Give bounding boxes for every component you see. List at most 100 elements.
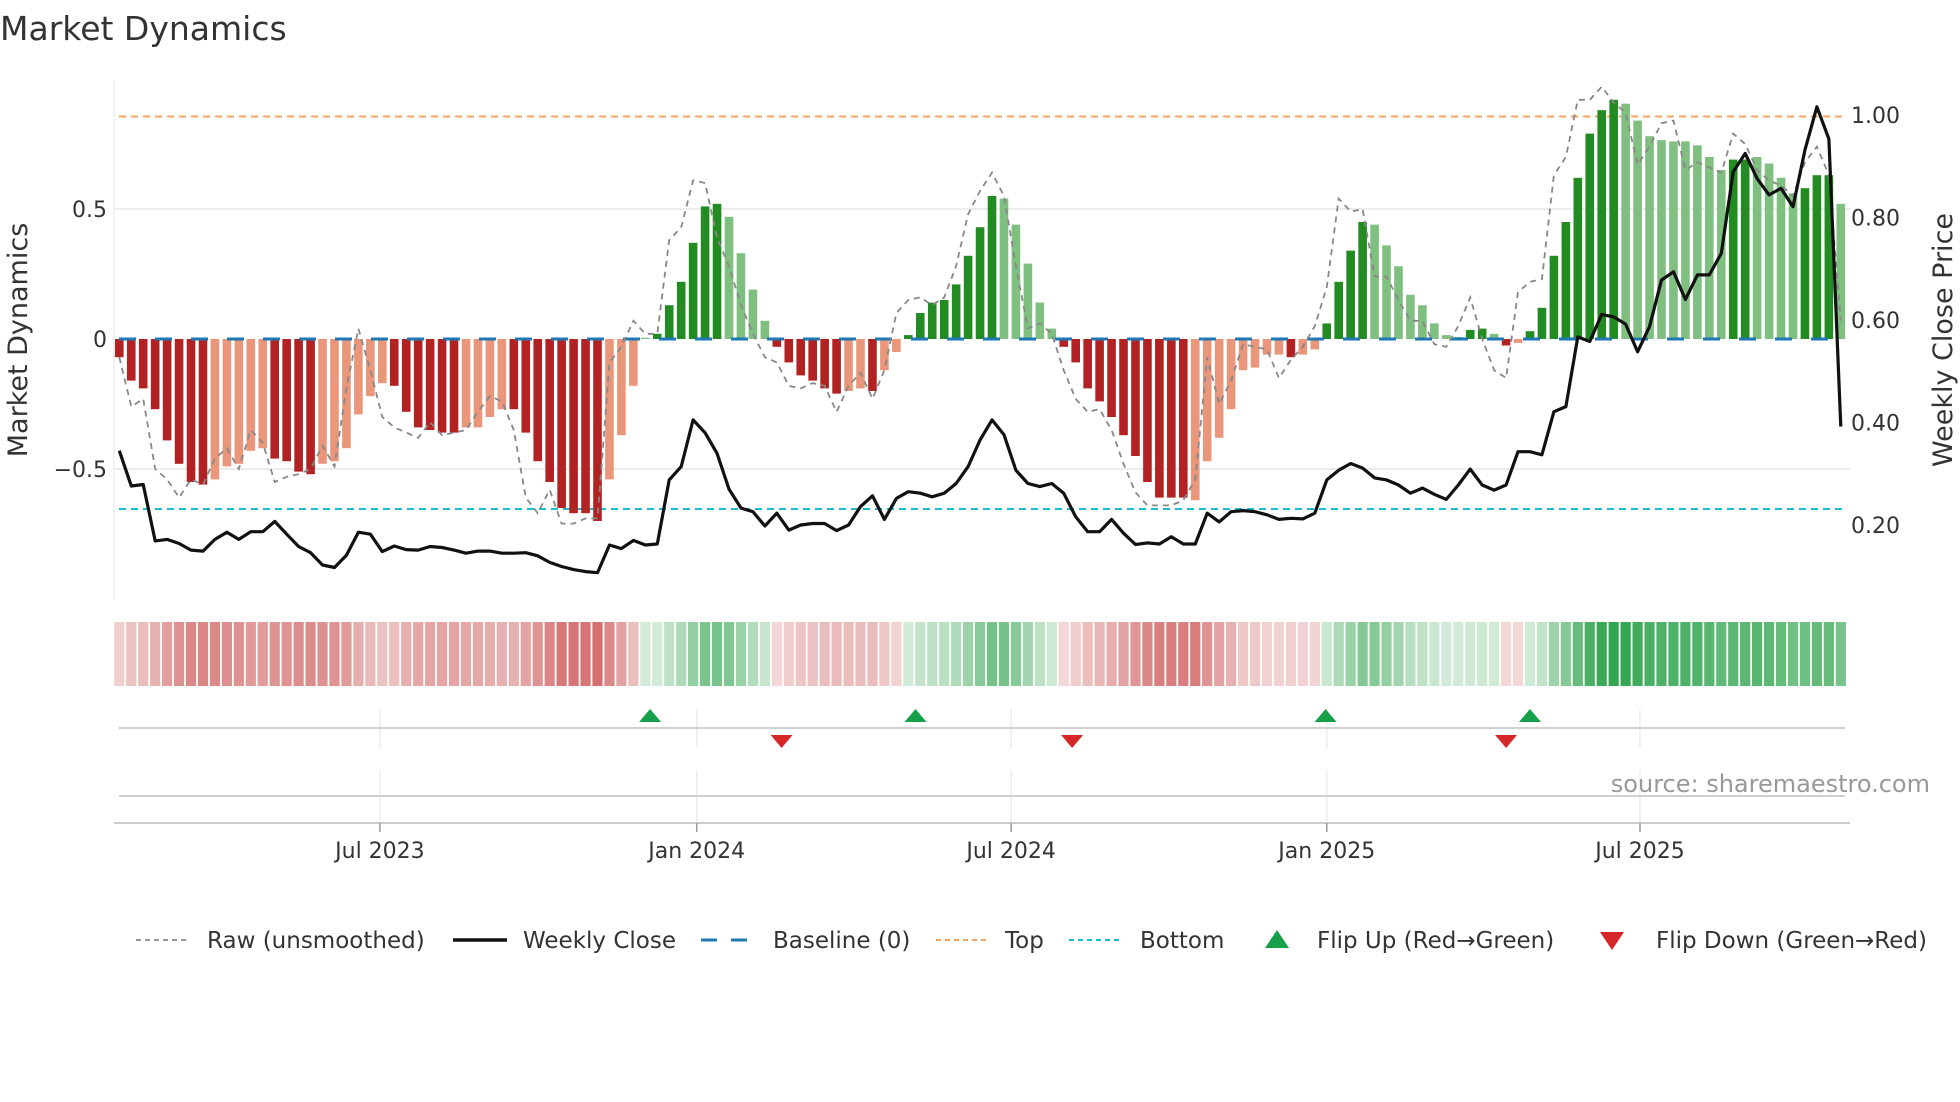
flip-up-marker xyxy=(904,709,927,722)
heat-strip-cell xyxy=(1022,622,1033,686)
heat-strip-cell xyxy=(628,622,639,686)
heat-strip-cell xyxy=(1668,622,1679,686)
heat-strip-cell xyxy=(1405,622,1416,686)
heat-strip-cell xyxy=(114,622,125,686)
dynamics-bar xyxy=(210,339,220,480)
heat-strip-cell xyxy=(377,622,388,686)
heat-strip-cell xyxy=(1010,622,1022,686)
dynamics-bar xyxy=(1226,339,1236,410)
dynamics-bar xyxy=(294,339,303,472)
heat-strip-cell xyxy=(879,622,890,686)
left-y-axis-label: Market Dynamics xyxy=(3,223,34,458)
dynamics-bar xyxy=(748,289,758,339)
heat-strip-cell xyxy=(998,622,1010,686)
heat-strip-cell xyxy=(1692,622,1703,686)
dynamics-bar xyxy=(115,339,124,358)
legend-item-bottom: Bottom xyxy=(1069,928,1224,954)
flip-up-icon xyxy=(1265,930,1289,948)
dynamics-bar xyxy=(282,339,291,462)
right-y-tick-label: 0.40 xyxy=(1851,412,1900,437)
dynamics-bar xyxy=(138,339,148,389)
dynamics-bar xyxy=(1155,339,1164,498)
heat-strip-cell xyxy=(1620,622,1631,686)
right-y-axis-label: Weekly Close Price xyxy=(1928,213,1959,467)
dynamics-bar xyxy=(270,339,280,459)
left-y-tick-label: −0.5 xyxy=(54,458,107,483)
dynamics-bar xyxy=(366,339,375,397)
heat-strip-cell xyxy=(974,622,986,686)
heat-strip-cell xyxy=(1034,622,1045,686)
heat-strip-cell xyxy=(1058,622,1069,686)
heat-strip-cell xyxy=(532,622,543,686)
heat-strip-cell xyxy=(1823,622,1834,686)
dynamics-bar xyxy=(1800,188,1810,339)
heat-strip-cell xyxy=(162,622,173,686)
dynamics-bar xyxy=(1573,177,1583,339)
x-tick-label: Jul 2025 xyxy=(1593,839,1685,864)
right-y-tick-label: 0.80 xyxy=(1851,207,1900,232)
dynamics-bar xyxy=(1370,224,1379,339)
dynamics-bar xyxy=(820,339,829,389)
heat-strip-cell xyxy=(1740,622,1751,686)
legend-label: Flip Down (Green→Red) xyxy=(1656,928,1927,954)
heat-strip-cell xyxy=(1787,622,1799,686)
x-tick-label: Jan 2025 xyxy=(1276,839,1375,864)
heat-strip-cell xyxy=(1273,622,1285,686)
heat-strip-cell xyxy=(592,622,603,686)
heat-strip-cell xyxy=(939,622,950,686)
heat-strip-cell xyxy=(915,622,926,686)
heat-strip-cell xyxy=(759,622,770,686)
bars xyxy=(115,99,1846,521)
dynamics-bar xyxy=(557,339,566,508)
heat-strip-cell xyxy=(1536,622,1548,686)
heat-strip-cell xyxy=(771,622,782,686)
heat-strip-cell xyxy=(221,622,232,686)
heat-strip-cell xyxy=(1548,622,1559,686)
dynamics-bar xyxy=(1131,339,1140,456)
right-y-tick-label: 0.20 xyxy=(1851,514,1900,539)
chart-page: Market Dynamics 0.5 0 −0.5 1.00 0.80 0.60 0.4… xyxy=(0,0,1960,1102)
heat-strip-cell xyxy=(1094,622,1105,686)
heat-strip-cell xyxy=(652,622,663,686)
dynamics-bar xyxy=(413,339,423,428)
heat-strip-cell xyxy=(1297,622,1308,686)
dynamics-bar xyxy=(892,339,901,352)
left-y-ticks: 0.5 0 −0.5 xyxy=(54,198,107,483)
heat-strip-cell xyxy=(1656,622,1667,686)
heat-strip-cell xyxy=(1775,622,1787,686)
dynamics-bar xyxy=(258,339,268,449)
heat-strip-cell xyxy=(699,622,711,686)
heat-strip-cell xyxy=(484,622,496,686)
market-dynamics-chart: Market Dynamics 0.5 0 −0.5 1.00 0.80 0.60 0.4… xyxy=(0,9,1959,954)
heat-strip-cell xyxy=(1763,622,1775,686)
heat-strip-cell xyxy=(173,622,185,686)
heat-strip-cell xyxy=(1644,622,1655,686)
dynamics-bar xyxy=(162,339,172,441)
dynamics-bar xyxy=(1214,339,1224,438)
dynamics-bar xyxy=(1250,339,1260,368)
dynamics-bar xyxy=(629,339,638,386)
heat-strip-cell xyxy=(927,622,938,686)
dynamics-bar xyxy=(1597,110,1607,339)
heat-strip-cell xyxy=(1369,622,1380,686)
dynamics-bar xyxy=(1035,302,1045,339)
flip-up-marker xyxy=(1518,709,1541,722)
heat-strip-cell xyxy=(795,622,806,686)
heat-strip-cell xyxy=(1429,622,1440,686)
dynamics-bar xyxy=(1669,141,1678,339)
x-tick-label: Jul 2023 xyxy=(333,839,425,864)
heat-strip-cell xyxy=(616,622,627,686)
legend-item-flip-down: Flip Down (Green→Red) xyxy=(1600,928,1927,954)
dynamics-bar xyxy=(401,339,411,412)
dynamics-bar xyxy=(1107,339,1116,417)
heat-strip-cell xyxy=(1106,622,1117,686)
chart-title: Market Dynamics xyxy=(0,9,287,48)
heat-strip-cell xyxy=(341,622,352,686)
dynamics-bar xyxy=(1238,339,1248,371)
flip-down-marker xyxy=(1061,735,1084,748)
heat-strip-cell xyxy=(209,622,221,686)
heat-strip-cell xyxy=(1584,622,1595,686)
heat-strip-cell xyxy=(460,622,472,686)
dynamics-bar xyxy=(832,339,841,394)
heat-strip-cell xyxy=(1130,622,1141,686)
